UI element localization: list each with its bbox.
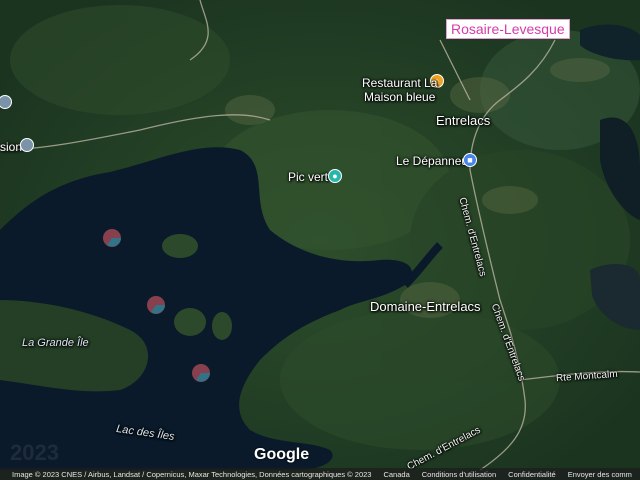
- place-label-depanneur[interactable]: Le Dépanneur: [396, 154, 472, 168]
- privacy-link[interactable]: Confidentialité: [508, 470, 556, 479]
- camera-icon[interactable]: ●: [328, 169, 342, 183]
- satellite-map[interactable]: [0, 0, 640, 480]
- place-label-entrelacs[interactable]: Entrelacs: [436, 114, 490, 128]
- map-pin-icon[interactable]: [20, 138, 34, 152]
- place-label-restaurant[interactable]: Restaurant La Maison bleue: [362, 76, 437, 104]
- terms-link[interactable]: Conditions d'utilisation: [422, 470, 496, 479]
- country-link[interactable]: Canada: [383, 470, 409, 479]
- place-label-rosaire-levesque[interactable]: Rosaire-Levesque: [446, 19, 570, 39]
- place-label-pic-vert[interactable]: Pic vert: [288, 170, 328, 184]
- attribution-text: Image © 2023 CNES / Airbus, Landsat / Co…: [12, 469, 372, 479]
- place-label-grande-ile[interactable]: La Grande Île: [22, 336, 89, 350]
- place-label-sion[interactable]: sion: [0, 140, 22, 154]
- feedback-link[interactable]: Envoyer des comm: [568, 470, 632, 479]
- google-logo: Google: [254, 446, 310, 463]
- attribution-bar: Image © 2023 CNES / Airbus, Landsat / Co…: [0, 468, 640, 480]
- shopping-bag-icon[interactable]: ■: [463, 153, 477, 167]
- place-label-domaine-entrelacs[interactable]: Domaine-Entrelacs: [370, 300, 481, 314]
